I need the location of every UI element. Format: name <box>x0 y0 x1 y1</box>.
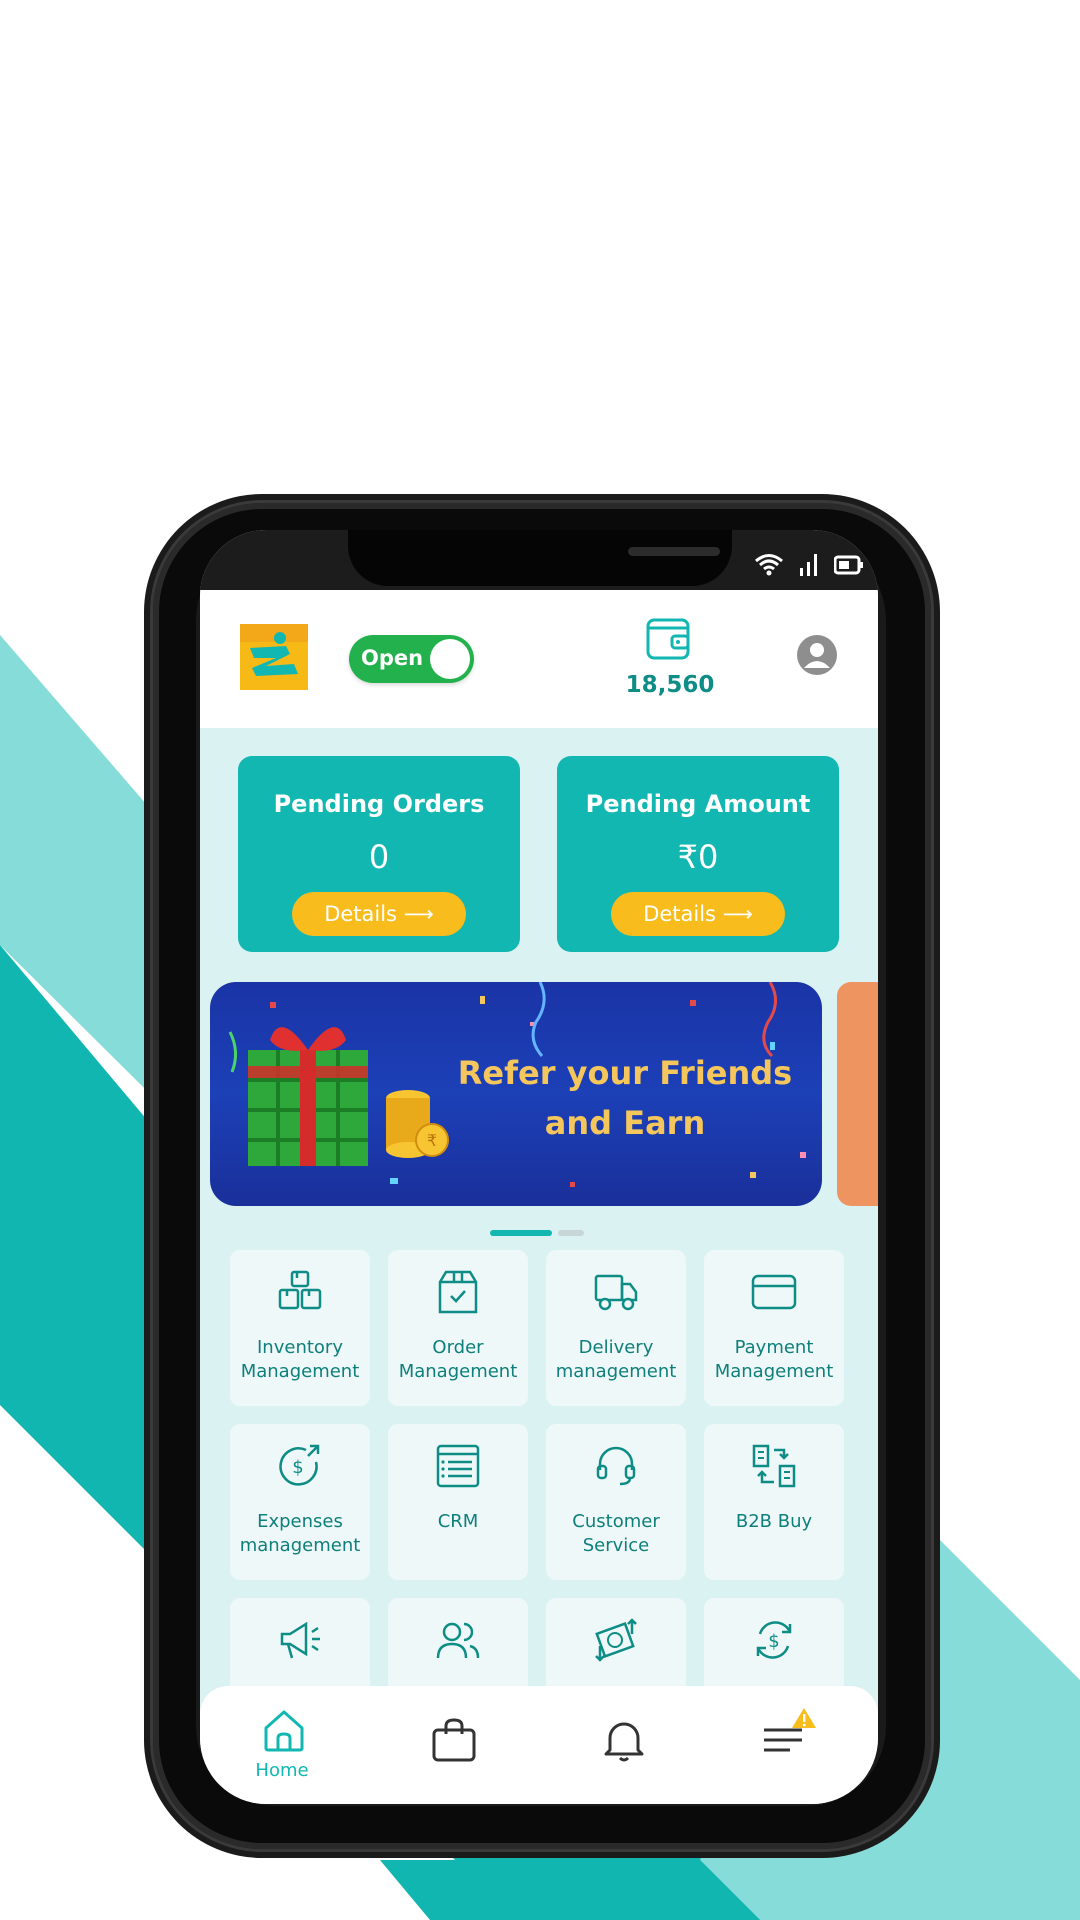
tile-label-line1: CRM <box>437 1511 479 1532</box>
megaphone-icon <box>280 1621 320 1659</box>
wallet-icon[interactable] <box>644 614 692 662</box>
bell-icon <box>604 1722 644 1762</box>
shopping-bag-icon <box>432 1718 476 1762</box>
wallet-balance[interactable]: 18,560 <box>600 672 740 698</box>
banner-line-2: and Earn <box>544 1104 706 1142</box>
carousel-dot[interactable] <box>558 1230 584 1236</box>
headset-icon <box>596 1446 636 1486</box>
next-banner-peek[interactable] <box>837 982 878 1206</box>
phone-screen: Open 18,560 Pending Orders 0 Details ⟶ P… <box>200 530 878 1804</box>
tile-label: Order Management <box>388 1336 528 1384</box>
tile-label: Customer Service <box>546 1510 686 1558</box>
cash-transfer-icon <box>595 1618 637 1662</box>
gift-box-icon <box>248 1027 368 1166</box>
b2b-buy-tile[interactable]: B2B Buy <box>704 1424 844 1580</box>
svg-text:$: $ <box>768 1631 779 1652</box>
app-header: Open 18,560 <box>200 590 878 728</box>
store-open-toggle[interactable]: Open <box>349 635 474 683</box>
tile-label-line2: management <box>239 1535 361 1556</box>
svg-text:$: $ <box>292 1457 303 1478</box>
tab-home[interactable]: Home <box>222 1686 342 1804</box>
tile-label-line2: Management <box>398 1361 518 1382</box>
carousel-dot-active[interactable] <box>490 1230 552 1236</box>
details-label: Details <box>324 902 397 926</box>
tile-label: Inventory Management <box>230 1336 370 1384</box>
package-check-icon <box>438 1270 478 1314</box>
tab-home-label: Home <box>255 1760 309 1781</box>
expense-icon: $ <box>279 1444 320 1486</box>
tile-label-line2: management <box>555 1361 677 1382</box>
toggle-knob <box>430 639 470 679</box>
speaker <box>628 547 720 556</box>
pending-amount-card: Pending Amount ₹0 Details ⟶ <box>557 756 839 952</box>
tile-label: Delivery management <box>546 1336 686 1384</box>
tile-label-line1: Delivery <box>578 1337 654 1358</box>
pending-orders-title: Pending Orders <box>273 790 485 818</box>
tile-label-line1: Payment <box>734 1337 814 1358</box>
customer-service-tile[interactable]: Customer Service <box>546 1424 686 1580</box>
tile-label-line2: Service <box>582 1535 650 1556</box>
bottom-tab-bar: Home <box>200 1686 878 1804</box>
pending-orders-card: Pending Orders 0 Details ⟶ <box>238 756 520 952</box>
refer-friends-banner[interactable]: ₹ Refer your Friends and Earn <box>210 982 822 1206</box>
logo-mark-icon <box>240 624 308 690</box>
menu-icon <box>764 1708 816 1752</box>
tile-label: Payment Management <box>704 1336 844 1384</box>
tab-menu[interactable] <box>730 1686 850 1804</box>
tile-label-line1: Order <box>432 1337 484 1358</box>
payment-management-tile[interactable]: Payment Management <box>704 1250 844 1406</box>
status-icons <box>754 552 864 576</box>
tile-label: Expenses management <box>230 1510 370 1558</box>
order-management-tile[interactable]: Order Management <box>388 1250 528 1406</box>
delivery-management-tile[interactable]: Delivery management <box>546 1250 686 1406</box>
details-label: Details <box>643 902 716 926</box>
tile-label-line1: Expenses <box>257 1511 343 1532</box>
tile-label: B2B Buy <box>704 1510 844 1534</box>
arrow-right-icon: ⟶ <box>722 902 753 926</box>
tile-label-line1: Inventory <box>257 1337 343 1358</box>
pending-amount-details-button[interactable]: Details ⟶ <box>611 892 785 936</box>
tile-label-line1: B2B Buy <box>735 1511 813 1532</box>
battery-icon <box>834 555 863 575</box>
pending-amount-value: ₹0 <box>677 838 719 876</box>
crm-tile[interactable]: CRM <box>388 1424 528 1580</box>
tab-notifications[interactable] <box>562 1686 682 1804</box>
b2b-icon <box>752 1444 796 1488</box>
wifi-icon <box>755 554 783 576</box>
app-logo <box>240 624 308 690</box>
cycle-dollar-icon: $ <box>756 1621 792 1659</box>
profile-avatar-icon[interactable] <box>796 634 838 676</box>
crm-icon <box>436 1444 480 1488</box>
users-icon <box>436 1622 480 1659</box>
pending-orders-details-button[interactable]: Details ⟶ <box>292 892 466 936</box>
banner-headline: Refer your Friends and Earn <box>440 1048 810 1148</box>
inventory-management-tile[interactable]: Inventory Management <box>230 1250 370 1406</box>
boxes-icon <box>278 1270 322 1310</box>
svg-text:₹: ₹ <box>427 1131 437 1150</box>
credit-card-icon <box>751 1274 797 1310</box>
toggle-label: Open <box>361 646 424 670</box>
notch <box>348 530 732 586</box>
status-bar <box>200 530 878 590</box>
tile-label-line2: Management <box>240 1361 360 1382</box>
signal-icon <box>800 554 817 576</box>
tile-label-line1: Customer <box>572 1511 660 1532</box>
tile-label: CRM <box>388 1510 528 1534</box>
tab-orders[interactable] <box>392 1686 512 1804</box>
home-icon <box>264 1710 304 1752</box>
banner-line-1: Refer your Friends <box>457 1054 793 1092</box>
tile-label-line2: Management <box>714 1361 834 1382</box>
truck-icon <box>594 1274 638 1311</box>
pending-amount-title: Pending Amount <box>585 790 811 818</box>
carousel-indicator <box>490 1230 584 1236</box>
pending-orders-value: 0 <box>368 838 390 876</box>
expenses-management-tile[interactable]: $ Expenses management <box>230 1424 370 1580</box>
arrow-right-icon: ⟶ <box>403 902 434 926</box>
